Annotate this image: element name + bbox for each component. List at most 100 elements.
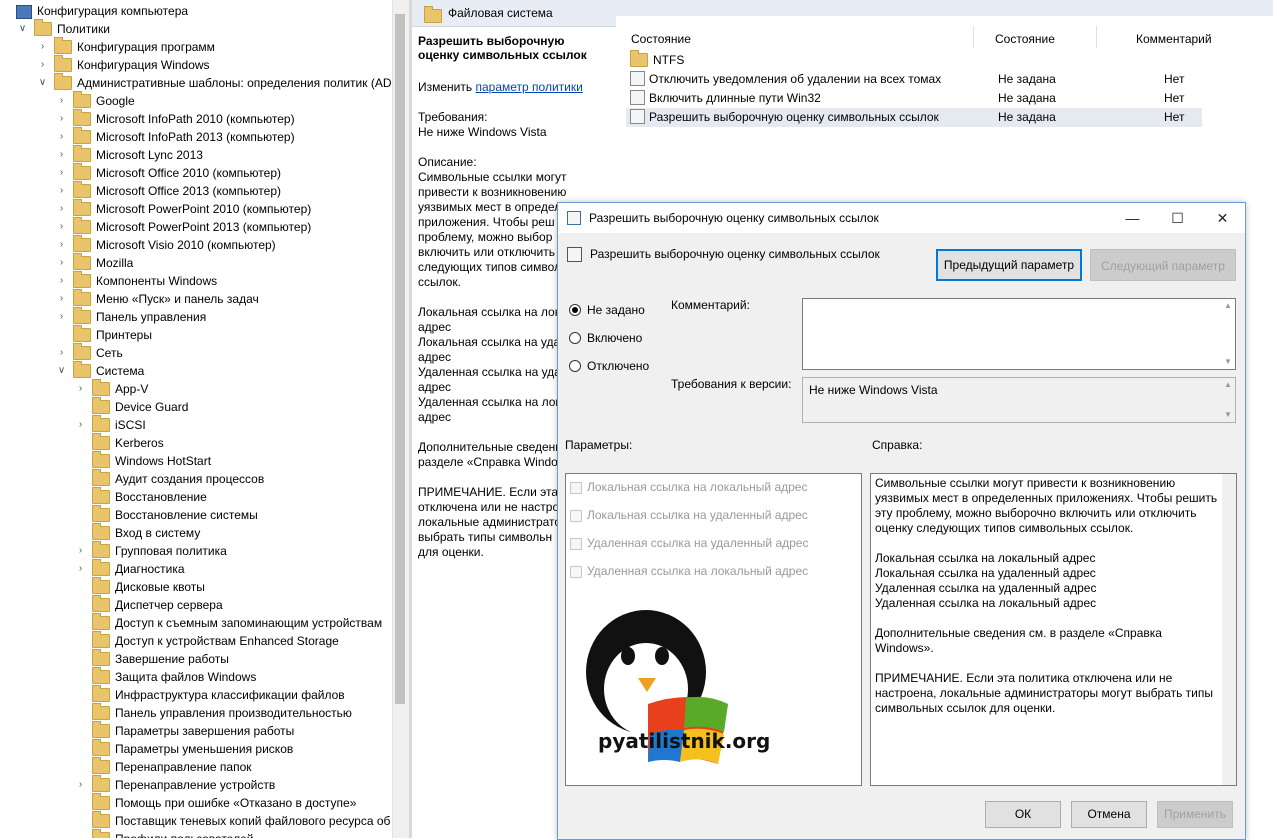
tree-node[interactable]: Защита файлов Windows [76, 666, 256, 686]
chevron-right-icon[interactable]: › [57, 272, 66, 290]
tree-node[interactable]: Вход в систему [76, 522, 200, 542]
scroll-up-icon[interactable]: ▲ [1221, 299, 1235, 313]
next-setting-button[interactable]: Следующий параметр [1090, 249, 1236, 281]
tree-node[interactable]: Восстановление системы [76, 504, 258, 524]
minimize-icon[interactable]: — [1110, 203, 1155, 233]
param-checkbox-label[interactable]: Удаленная ссылка на локальный адрес [587, 564, 808, 578]
edit-policy-link[interactable]: параметр политики [475, 80, 582, 94]
tree-node[interactable]: › Компоненты Windows [57, 270, 217, 290]
tree-node[interactable]: › Microsoft PowerPoint 2013 (компьютер) [57, 216, 311, 236]
settings-row[interactable]: Включить длинные пути Win32 Не задана Нет [626, 89, 1202, 108]
tree-node[interactable]: Kerberos [76, 432, 164, 452]
param-checkbox-label[interactable]: Локальная ссылка на удаленный адрес [587, 508, 808, 522]
chevron-right-icon[interactable]: › [57, 146, 66, 164]
param-checkbox[interactable] [570, 566, 582, 578]
settings-row[interactable]: Разрешить выборочную оценку символьных с… [626, 108, 1202, 127]
tree-scrollbar-thumb[interactable] [395, 14, 405, 704]
chevron-right-icon[interactable]: › [76, 380, 85, 398]
tree-node[interactable]: › App-V [76, 378, 148, 398]
chevron-right-icon[interactable]: › [57, 254, 66, 272]
tree-node[interactable]: Поставщик теневых копий файлового ресурс… [76, 810, 390, 830]
tree-node[interactable]: ∨ Система [57, 360, 144, 380]
tree-node[interactable]: Профили пользователей [76, 828, 253, 838]
chevron-down-icon[interactable]: ∨ [38, 74, 47, 92]
tree-node[interactable]: › Microsoft InfoPath 2013 (компьютер) [57, 126, 295, 146]
param-checkbox[interactable] [570, 538, 582, 550]
chevron-right-icon[interactable]: › [38, 56, 47, 74]
tree-node[interactable]: Панель управления производительностью [76, 702, 352, 722]
scroll-up-icon[interactable]: ▲ [1221, 378, 1235, 392]
param-checkbox-label[interactable]: Удаленная ссылка на удаленный адрес [587, 536, 808, 550]
chevron-right-icon[interactable]: › [57, 200, 66, 218]
maximize-icon[interactable]: ☐ [1155, 203, 1200, 233]
chevron-right-icon[interactable]: › [57, 92, 66, 110]
tree-node[interactable]: Доступ к съемным запоминающим устройства… [76, 612, 382, 632]
tree-node[interactable]: Восстановление [76, 486, 207, 506]
tree-node[interactable]: › Google [57, 90, 135, 110]
tree-node[interactable]: › Microsoft Office 2013 (компьютер) [57, 180, 281, 200]
tree-node[interactable]: › Диагностика [76, 558, 185, 578]
tree-node[interactable]: › Перенаправление устройств [76, 774, 275, 794]
chevron-down-icon[interactable]: ∨ [18, 20, 27, 38]
radio-enabled[interactable] [569, 332, 581, 344]
tree-node[interactable]: ∨ Административные шаблоны: определения п… [38, 72, 392, 92]
settings-row[interactable]: Отключить уведомления об удалении на все… [626, 70, 1202, 89]
pane-splitter[interactable] [409, 0, 412, 838]
chevron-right-icon[interactable]: › [57, 110, 66, 128]
tree-node[interactable]: › Microsoft Office 2010 (компьютер) [57, 162, 281, 182]
tree-node[interactable]: Принтеры [57, 324, 152, 344]
column-header-state[interactable]: Состояние [995, 32, 1055, 46]
tree-root[interactable]: Конфигурация компьютера [16, 2, 188, 20]
scroll-down-icon[interactable]: ▼ [1221, 355, 1235, 369]
chevron-right-icon[interactable]: › [57, 182, 66, 200]
apply-button[interactable]: Применить [1157, 801, 1233, 828]
tree-node[interactable]: › Панель управления [57, 306, 206, 326]
chevron-right-icon[interactable]: › [57, 290, 66, 308]
chevron-right-icon[interactable]: › [76, 776, 85, 794]
tree-node[interactable]: › iSCSI [76, 414, 146, 434]
radio-disabled[interactable] [569, 360, 581, 372]
tree-node[interactable]: Параметры завершения работы [76, 720, 294, 740]
tree-node[interactable]: Доступ к устройствам Enhanced Storage [76, 630, 339, 650]
cancel-button[interactable]: Отмена [1071, 801, 1147, 828]
column-separator[interactable] [973, 26, 974, 48]
chevron-right-icon[interactable]: › [57, 308, 66, 326]
tree-node[interactable]: Перенаправление папок [76, 756, 252, 776]
tree-node[interactable]: Параметры уменьшения рисков [76, 738, 293, 758]
tree-node[interactable]: › Групповая политика [76, 540, 227, 560]
radio-enabled-label[interactable]: Включено [587, 331, 642, 345]
tree-node[interactable]: Device Guard [76, 396, 188, 416]
chevron-right-icon[interactable]: › [57, 236, 66, 254]
version-scrollbar[interactable]: ▲ ▼ [1221, 378, 1235, 422]
chevron-right-icon[interactable]: › [76, 416, 85, 434]
tree-node[interactable]: › Microsoft Lync 2013 [57, 144, 203, 164]
tree-node[interactable]: ∨ Политики [18, 18, 110, 38]
tree-node[interactable]: › Конфигурация программ [38, 36, 215, 56]
tree-node[interactable]: › Microsoft InfoPath 2010 (компьютер) [57, 108, 295, 128]
column-header-comment[interactable]: Комментарий [1136, 32, 1212, 46]
tree-node[interactable]: › Mozilla [57, 252, 133, 272]
comment-scrollbar[interactable]: ▲ ▼ [1221, 299, 1235, 369]
chevron-right-icon[interactable]: › [57, 128, 66, 146]
chevron-right-icon[interactable]: › [76, 560, 85, 578]
tree-node[interactable]: Помощь при ошибке «Отказано в доступе» [76, 792, 356, 812]
radio-disabled-label[interactable]: Отключено [587, 359, 649, 373]
tree-node[interactable]: › Конфигурация Windows [38, 54, 210, 74]
param-checkbox[interactable] [570, 482, 582, 494]
radio-not-configured[interactable] [569, 304, 581, 316]
comment-field[interactable]: ▲ ▼ [802, 298, 1236, 370]
param-checkbox[interactable] [570, 510, 582, 522]
tree-node[interactable]: Инфраструктура классификации файлов [76, 684, 345, 704]
chevron-right-icon[interactable]: › [57, 164, 66, 182]
tree-node[interactable]: Завершение работы [76, 648, 229, 668]
dialog-titlebar[interactable]: Разрешить выборочную оценку символьных с… [558, 203, 1245, 233]
chevron-right-icon[interactable]: › [57, 218, 66, 236]
param-checkbox-label[interactable]: Локальная ссылка на локальный адрес [587, 480, 807, 494]
column-header-setting[interactable]: Состояние [631, 32, 691, 46]
tree-node[interactable]: › Меню «Пуск» и панель задач [57, 288, 259, 308]
close-icon[interactable]: ✕ [1200, 203, 1245, 233]
column-separator[interactable] [1096, 26, 1097, 48]
ok-button[interactable]: ОК [985, 801, 1061, 828]
tree-node[interactable]: › Сеть [57, 342, 123, 362]
chevron-right-icon[interactable]: › [57, 344, 66, 362]
